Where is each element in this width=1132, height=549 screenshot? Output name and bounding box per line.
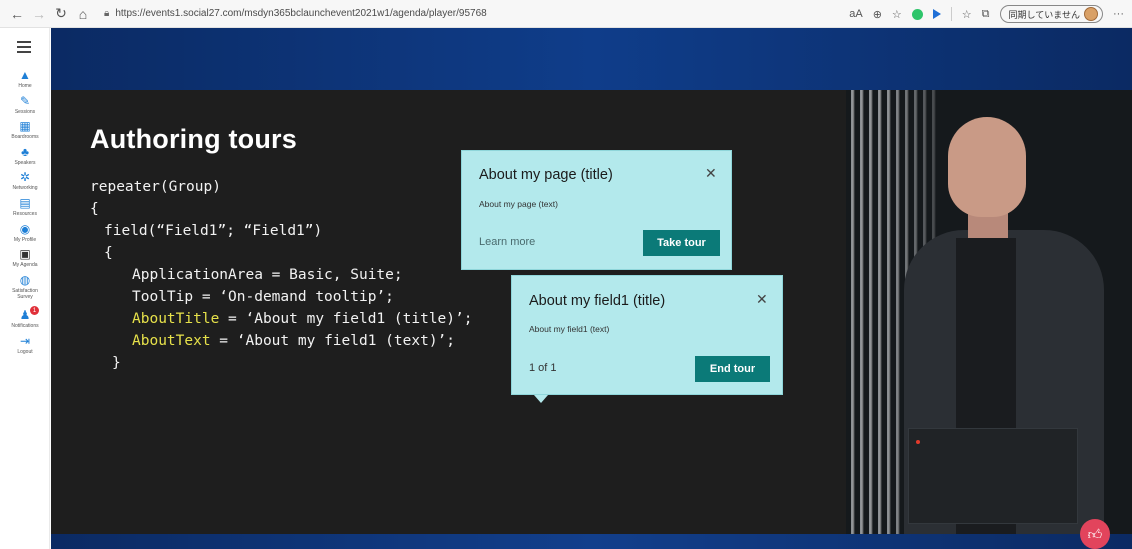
close-icon[interactable]: ✕ xyxy=(705,165,717,182)
agenda-icon: ▣ xyxy=(19,247,31,261)
avatar xyxy=(1084,7,1098,21)
extension-blue-icon[interactable] xyxy=(932,9,941,19)
resources-icon: ▤ xyxy=(19,196,31,210)
sidebar-item-sessions[interactable]: ✎ Sessions xyxy=(0,94,50,115)
url-text[interactable]: https://events1.social27.com/msdyn365bcl… xyxy=(115,8,486,19)
tip-text: About my field1 (text) xyxy=(529,324,610,334)
sidebar-item-speakers[interactable]: ♣ Speakers xyxy=(0,145,50,166)
code-value: = ‘About my field1 (title)’; xyxy=(219,311,473,327)
browser-tools: aA ⊕ ☆ ☆ ⧉ 同期していません ··· xyxy=(849,3,1124,25)
sidebar-item-agenda[interactable]: ▣ My Agenda xyxy=(0,247,50,268)
learn-more-link[interactable]: Learn more xyxy=(479,236,535,248)
sidebar-item-label: My Agenda xyxy=(12,262,38,268)
home-browser-icon[interactable]: ⌂ xyxy=(72,3,94,25)
sidebar-item-label: Resources xyxy=(13,211,37,217)
stage-bottom-banner xyxy=(51,534,1132,549)
teaching-tip-page: About my page (title) ✕ About my page (t… xyxy=(461,150,732,270)
sidebar-item-label: Sessions xyxy=(14,109,36,115)
hamburger-menu-icon[interactable] xyxy=(17,41,31,56)
toolbar-divider xyxy=(950,7,952,21)
sidebar-item-label: Networking xyxy=(12,185,38,191)
lock-icon: 🔒︎ xyxy=(104,8,110,19)
home-icon: ▲ xyxy=(19,68,31,82)
sidebar-item-networking[interactable]: ✲ Networking xyxy=(0,170,50,191)
code-line: { xyxy=(104,245,113,261)
notification-count-badge: 1 xyxy=(30,306,39,315)
laptop xyxy=(908,428,1078,524)
code-line: repeater(Group) xyxy=(90,179,221,195)
read-aloud-icon[interactable]: aA xyxy=(849,8,862,20)
presenter-head xyxy=(948,117,1026,217)
end-tour-button[interactable]: End tour xyxy=(695,356,770,382)
sidebar-item-label: Notifications xyxy=(11,323,39,329)
tour-step-count: 1 of 1 xyxy=(529,362,557,374)
stage-top-banner xyxy=(51,28,1132,90)
browser-toolbar: ← → ↻ ⌂ 🔒︎ https://events1.social27.com/… xyxy=(0,0,1132,28)
sidebar-item-survey[interactable]: ◍ Satisfaction Survey xyxy=(0,273,50,300)
sidebar-item-notifications[interactable]: ♟ 1 Notifications xyxy=(0,306,50,329)
teaching-tip-field: About my field1 (title) ✕ About my field… xyxy=(511,275,783,395)
refresh-icon[interactable]: ↻ xyxy=(50,3,72,25)
sessions-icon: ✎ xyxy=(19,94,31,108)
sidebar-item-label: Boardrooms xyxy=(11,134,39,140)
code-line: AboutTitle = ‘About my field1 (title)’; xyxy=(132,308,472,330)
code-line: ToolTip = ‘On-demand tooltip’; xyxy=(132,289,394,305)
presenter-video xyxy=(846,90,1132,534)
close-icon[interactable]: ✕ xyxy=(756,291,768,308)
video-player[interactable]: Authoring tours repeater(Group) { field(… xyxy=(51,28,1132,549)
sidebar-item-logout[interactable]: ⇥ Logout xyxy=(0,334,50,355)
sidebar-item-home[interactable]: ▲ Home xyxy=(0,68,50,89)
address-bar[interactable]: 🔒︎ https://events1.social27.com/msdyn365… xyxy=(104,3,487,25)
logout-icon: ⇥ xyxy=(19,334,31,348)
code-line: ApplicationArea = Basic, Suite; xyxy=(132,267,403,283)
code-keyword: AboutTitle xyxy=(132,311,220,327)
tip-title: About my field1 (title) xyxy=(529,293,666,309)
extension-green-icon[interactable] xyxy=(911,8,923,20)
presentation-slide: Authoring tours repeater(Group) { field(… xyxy=(51,90,846,534)
favorite-star-icon[interactable]: ☆ xyxy=(892,8,902,21)
tip-text: About my page (text) xyxy=(479,199,558,209)
favorites-icon[interactable]: ☆ xyxy=(962,8,972,21)
code-line: { xyxy=(90,201,99,217)
sync-label: 同期していません xyxy=(1008,9,1080,20)
slide-title: Authoring tours xyxy=(90,124,297,154)
speakers-icon: ♣ xyxy=(21,145,29,159)
collections-icon[interactable]: ⧉ xyxy=(982,8,990,21)
thumbs-up-icon: 👍︎ xyxy=(1087,525,1103,542)
sidebar-item-boardrooms[interactable]: ▦ Boardrooms xyxy=(0,119,50,140)
profile-icon: ◉ xyxy=(19,222,31,236)
sidebar-item-label: Satisfaction Survey xyxy=(12,288,38,300)
code-keyword: AboutText xyxy=(132,333,211,349)
code-line: field(“Field1”; “Field1”) xyxy=(104,223,323,239)
more-menu-icon[interactable]: ··· xyxy=(1113,8,1124,20)
boardrooms-icon: ▦ xyxy=(19,119,31,133)
survey-icon: ◍ xyxy=(19,273,31,287)
app-sidebar: ▲ Home ✎ Sessions ▦ Boardrooms ♣ Speaker… xyxy=(0,28,50,549)
code-value: = ‘About my field1 (text)’; xyxy=(210,333,456,349)
tip-pointer-arrow xyxy=(534,395,548,403)
code-line: AboutText = ‘About my field1 (text)’; xyxy=(132,330,455,352)
like-button[interactable]: 👍︎ xyxy=(1080,519,1110,549)
sidebar-item-resources[interactable]: ▤ Resources xyxy=(0,196,50,217)
code-line: } xyxy=(112,355,121,371)
back-arrow-icon[interactable]: ← xyxy=(6,3,28,25)
laptop-led xyxy=(916,440,920,444)
forward-arrow-icon[interactable]: → xyxy=(28,3,50,25)
profile-sync-button[interactable]: 同期していません xyxy=(999,5,1103,23)
sidebar-item-label: Logout xyxy=(17,349,33,355)
sidebar-item-label: Home xyxy=(18,83,32,89)
networking-icon: ✲ xyxy=(19,170,31,184)
sidebar-item-profile[interactable]: ◉ My Profile xyxy=(0,222,50,243)
sidebar-item-label: Speakers xyxy=(14,160,36,166)
sidebar-item-label: My Profile xyxy=(13,237,37,243)
zoom-icon[interactable]: ⊕ xyxy=(873,8,882,21)
take-tour-button[interactable]: Take tour xyxy=(643,230,720,256)
tip-title: About my page (title) xyxy=(479,167,613,183)
